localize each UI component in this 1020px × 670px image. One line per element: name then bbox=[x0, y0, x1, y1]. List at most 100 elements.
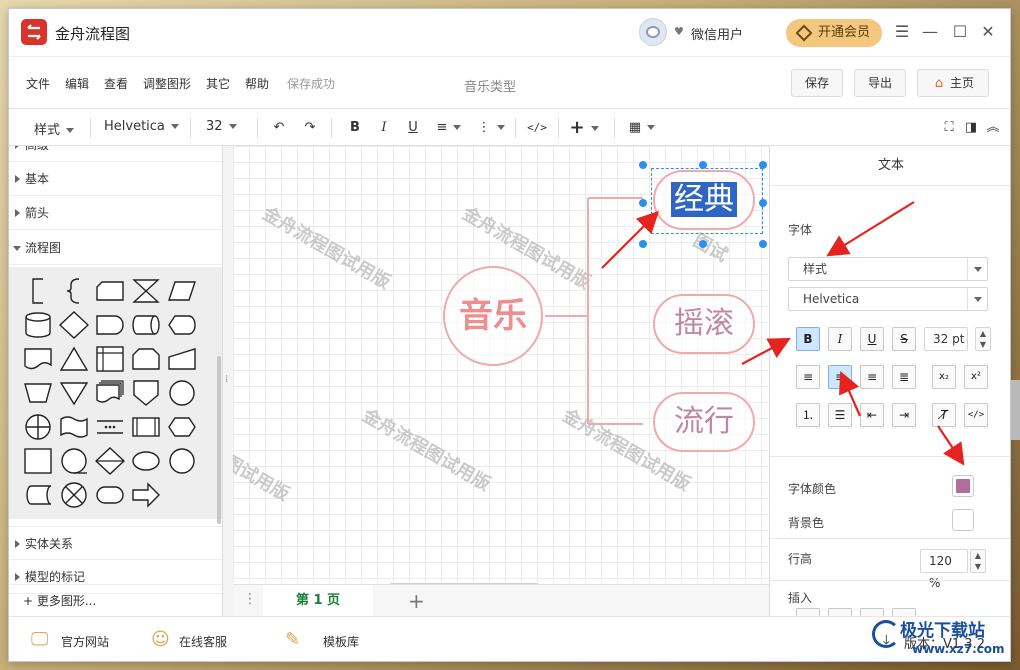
strikethrough-button[interactable]: S bbox=[892, 327, 916, 351]
shape-connector[interactable] bbox=[167, 379, 197, 407]
superscript-button[interactable]: x² bbox=[964, 365, 988, 389]
line-height-input[interactable]: 120 % bbox=[920, 549, 968, 590]
align-icon[interactable]: ≡ bbox=[433, 118, 465, 138]
menu-edit[interactable]: 编辑 bbox=[65, 75, 89, 92]
shape-internal-storage[interactable] bbox=[95, 345, 125, 373]
align-left-button[interactable]: ≡ bbox=[796, 365, 820, 389]
shape-terminator[interactable] bbox=[95, 481, 125, 509]
shape-parallel-mode[interactable] bbox=[95, 413, 125, 441]
shape-arrow[interactable] bbox=[131, 481, 161, 509]
numbered-list-button[interactable]: ⒈ bbox=[796, 403, 820, 427]
clear-format-button[interactable]: T̸ bbox=[932, 403, 956, 427]
font-color-swatch[interactable] bbox=[952, 475, 974, 497]
font-size-dropdown[interactable]: 32 bbox=[206, 119, 237, 134]
shape-decision[interactable] bbox=[58, 311, 90, 339]
minimize-icon[interactable]: — bbox=[919, 21, 941, 43]
shape-multi-document[interactable] bbox=[95, 379, 125, 407]
menu-other[interactable]: 其它 bbox=[206, 75, 230, 92]
export-button[interactable]: 导出 bbox=[854, 69, 906, 97]
menu-icon[interactable]: ☰ bbox=[891, 21, 913, 43]
italic-icon[interactable]: I bbox=[374, 118, 394, 138]
shape-merge[interactable] bbox=[59, 379, 89, 407]
shape-summing-junction[interactable] bbox=[59, 481, 89, 509]
shape-brace[interactable] bbox=[59, 277, 89, 305]
indent-button[interactable]: ⇥ bbox=[892, 403, 916, 427]
online-service-link[interactable]: 在线客服 bbox=[179, 633, 227, 650]
shape-database[interactable] bbox=[23, 311, 53, 339]
resize-handle[interactable] bbox=[759, 240, 767, 248]
shape-manual-operation[interactable] bbox=[23, 379, 53, 407]
tab-text[interactable]: 文本 bbox=[770, 146, 1010, 186]
shape-extract[interactable] bbox=[59, 345, 89, 373]
shape-sequential-data[interactable] bbox=[59, 447, 89, 475]
sidebar-scrollbar[interactable] bbox=[217, 356, 221, 524]
underline-icon[interactable]: U bbox=[403, 118, 423, 138]
shape-sort[interactable] bbox=[94, 447, 126, 475]
vip-button[interactable]: 开通会员 bbox=[786, 19, 882, 47]
page-menu-icon[interactable]: ⋮ bbox=[243, 591, 257, 607]
shape-or[interactable] bbox=[23, 413, 53, 441]
bold-button[interactable]: B bbox=[796, 327, 820, 351]
more-shapes-button[interactable]: + 更多图形... bbox=[9, 584, 222, 616]
category-advanced[interactable]: 高级 bbox=[9, 146, 222, 162]
document-title[interactable]: 音乐类型 bbox=[464, 76, 516, 95]
undo-icon[interactable]: ↶ bbox=[269, 118, 289, 138]
shape-display[interactable] bbox=[167, 311, 197, 339]
category-entity-relation[interactable]: 实体关系 bbox=[9, 526, 222, 560]
save-button[interactable]: 保存 bbox=[791, 69, 843, 97]
close-icon[interactable]: ✕ bbox=[977, 21, 999, 43]
shape-card[interactable] bbox=[95, 277, 125, 305]
align-right-button[interactable]: ≡ bbox=[860, 365, 884, 389]
shape-loop-limit[interactable] bbox=[131, 345, 161, 373]
bg-color-swatch[interactable] bbox=[952, 509, 974, 531]
shape-ellipse[interactable] bbox=[131, 447, 161, 475]
fullscreen-icon[interactable]: ⛶ bbox=[939, 118, 959, 138]
resize-handle[interactable] bbox=[759, 199, 767, 207]
shape-predefined-process[interactable] bbox=[131, 413, 161, 441]
redo-icon[interactable]: ↷ bbox=[300, 118, 320, 138]
shape-stored-data[interactable] bbox=[23, 481, 53, 509]
menu-adjust-shape[interactable]: 调整图形 bbox=[143, 75, 191, 92]
category-arrows[interactable]: 箭头 bbox=[9, 196, 222, 230]
shape-bracket[interactable] bbox=[23, 277, 53, 305]
code-icon[interactable]: </> bbox=[524, 118, 550, 138]
official-site-link[interactable]: 官方网站 bbox=[61, 633, 109, 650]
justify-button[interactable]: ≣ bbox=[892, 365, 916, 389]
menu-view[interactable]: 查看 bbox=[104, 75, 128, 92]
center-node[interactable]: 音乐 bbox=[443, 266, 543, 366]
branch-node-rock[interactable]: 摇滚 bbox=[653, 294, 755, 354]
user-name[interactable]: 微信用户 bbox=[691, 24, 743, 43]
html-button[interactable]: </> bbox=[964, 403, 988, 427]
subscript-button[interactable]: x₂ bbox=[932, 365, 956, 389]
style-select[interactable]: 样式 bbox=[788, 257, 988, 281]
line-height-stepper[interactable]: ▲ ▼ bbox=[970, 549, 986, 573]
branch-node-pop[interactable]: 流行 bbox=[653, 392, 755, 452]
panel-toggle-icon[interactable]: ◨ bbox=[961, 118, 981, 138]
edge-scrollbar[interactable] bbox=[1011, 380, 1020, 440]
resize-handle[interactable] bbox=[699, 161, 707, 169]
table-icon[interactable]: ▦ bbox=[625, 118, 659, 138]
shape-manual-input[interactable] bbox=[167, 345, 197, 373]
shape-off-page[interactable] bbox=[131, 379, 161, 407]
align-center-button[interactable]: ≡ bbox=[828, 365, 852, 389]
menu-file[interactable]: 文件 bbox=[26, 75, 50, 92]
bold-icon[interactable]: B bbox=[345, 118, 365, 138]
insert-link-button[interactable]: ⊟ bbox=[796, 608, 820, 616]
more-vertical-icon[interactable]: ⋮ bbox=[475, 118, 507, 138]
shape-preparation[interactable] bbox=[167, 413, 197, 441]
category-flowchart[interactable]: 流程图 bbox=[9, 231, 222, 265]
font-dropdown[interactable]: Helvetica bbox=[104, 119, 179, 134]
shape-collate[interactable] bbox=[131, 277, 161, 305]
font-family-select[interactable]: Helvetica bbox=[788, 287, 988, 311]
insert-image-button[interactable]: ▣ bbox=[828, 608, 852, 616]
shape-paper-tape[interactable] bbox=[59, 413, 89, 441]
underline-button[interactable]: U bbox=[860, 327, 884, 351]
avatar[interactable] bbox=[639, 18, 667, 46]
outdent-button[interactable]: ⇤ bbox=[860, 403, 884, 427]
bullet-list-button[interactable]: ☰ bbox=[828, 403, 852, 427]
diagram-canvas[interactable]: 金舟流程图试用版 金舟流程图试用版 图试 金舟流程图试用版 金舟流程图试用版 图… bbox=[233, 146, 769, 582]
shape-direct-data[interactable] bbox=[131, 311, 161, 339]
shape-document[interactable] bbox=[23, 345, 53, 373]
resize-handle[interactable] bbox=[699, 240, 707, 248]
home-button[interactable]: ⌂ 主页 bbox=[917, 69, 989, 97]
